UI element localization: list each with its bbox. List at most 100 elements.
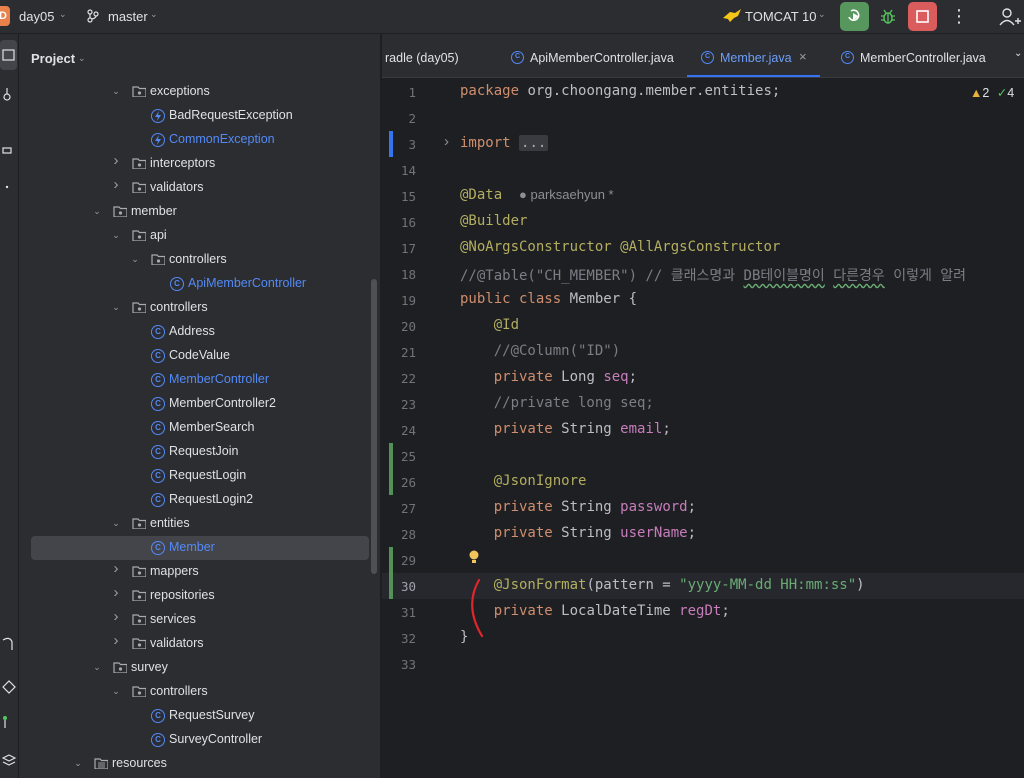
code-line[interactable]: 18 //@Table("CH_MEMBER") // 클래스명과 DB테이블명이… [382,261,1024,287]
code-line[interactable]: 20 @Id [382,313,1024,339]
chevron-down-icon[interactable]: ⌄ [59,9,67,20]
services-tool-icon[interactable] [2,680,16,694]
debug-icon[interactable] [878,7,898,27]
code-line[interactable]: 33 [382,651,1024,677]
chevron-right-icon[interactable]: › [110,609,122,624]
chevron-down-icon[interactable]: ⌄ [78,53,86,64]
inspection-widget[interactable]: ▲2 ✓4 [970,85,1014,100]
tree-item-label: MemberController [169,372,270,386]
commit-tool-icon[interactable] [2,88,16,102]
tree-item[interactable]: C MemberSearch [19,416,380,440]
chevron-right-icon[interactable]: › [110,585,122,600]
add-user-icon[interactable] [998,6,1022,28]
tree-item[interactable]: C RequestLogin [19,464,380,488]
tree-item[interactable]: BadRequestException [19,104,380,128]
chevron-down-icon[interactable]: ⌄ [818,9,826,20]
tree-item[interactable]: C RequestLogin2 [19,488,380,512]
structure-tool-icon[interactable] [2,144,16,158]
tree-item[interactable]: › mappers [19,560,380,584]
tree-item[interactable]: › validators [19,632,380,656]
tabs-overflow-icon[interactable]: ⌄ [1014,48,1022,59]
code-line[interactable]: 2 [382,105,1024,131]
tree-item[interactable]: › interceptors [19,152,380,176]
code-line[interactable]: 14 [382,157,1024,183]
code-editor[interactable]: 1 package org.choongang.member.entities; 2… [382,78,1024,778]
tree-item[interactable]: ⌄ survey [19,656,380,680]
chevron-right-icon[interactable]: › [110,177,122,192]
editor-tab[interactable]: radle (day05) [382,34,482,77]
tree-item[interactable]: C RequestSurvey [19,704,380,728]
tab-label: ApiMemberController.java [530,51,674,65]
chevron-down-icon[interactable]: ⌄ [110,85,122,97]
fold-expand-icon[interactable]: › [444,133,449,150]
tree-item[interactable]: C ApiMemberController [19,272,380,296]
editor-tab[interactable]: C MemberController.java [827,34,987,77]
code-line[interactable]: 24 private String email; [382,417,1024,443]
tree-item[interactable]: ⌄ controllers [19,248,380,272]
lightbulb-icon[interactable] [469,550,479,564]
code-line[interactable]: 16 @Builder [382,209,1024,235]
chevron-down-icon[interactable]: ⌄ [110,301,122,313]
tree-item[interactable]: ⌄ controllers [19,680,380,704]
rerun-button[interactable] [840,2,869,31]
more-options-icon[interactable]: ⋮ [950,6,968,26]
code-line[interactable]: 19 public class Member { [382,287,1024,313]
git-tool-icon[interactable] [2,714,16,728]
chevron-down-icon[interactable]: ⌄ [91,661,103,673]
tree-item[interactable]: ⌄ member [19,200,380,224]
tree-item[interactable]: C Address [19,320,380,344]
package-folder-icon [113,206,127,217]
chevron-down-icon[interactable]: ⌄ [72,757,84,769]
tree-item[interactable]: CommonException [19,128,380,152]
tree-item[interactable]: › services [19,608,380,632]
tree-item[interactable]: C SurveyController [19,728,380,752]
code-line[interactable]: 17 @NoArgsConstructor @AllArgsConstructor [382,235,1024,261]
project-scrollbar[interactable] [371,279,377,574]
layers-tool-icon[interactable] [2,752,16,766]
tree-item[interactable]: ⌄ api [19,224,380,248]
editor-tab[interactable]: C ApiMemberController.java [497,34,677,77]
code-line[interactable]: 15 @Data ● parksaehyun * [382,183,1024,209]
stop-button[interactable] [908,2,937,31]
project-panel-title[interactable]: Project [31,51,75,66]
chevron-right-icon[interactable]: › [110,633,122,648]
code-line[interactable]: 3 › import ... [382,131,1024,157]
code-line[interactable]: 1 package org.choongang.member.entities; [382,79,1024,105]
tree-item[interactable]: ⌄ exceptions [19,80,380,104]
code-line[interactable]: 22 private Long seq; [382,365,1024,391]
chevron-down-icon[interactable]: ⌄ [110,229,122,241]
project-badge[interactable]: D [0,6,10,26]
tree-item[interactable]: ⌄ resources [19,752,380,776]
tree-item[interactable]: ⌄ controllers [19,296,380,320]
close-tab-icon[interactable]: × [799,49,807,64]
tree-item[interactable]: C CodeValue [19,344,380,368]
tree-item[interactable]: › repositories [19,584,380,608]
tree-item[interactable]: C Member [19,536,380,560]
tree-item[interactable]: ⌄ entities [19,512,380,536]
chevron-right-icon[interactable]: › [110,561,122,576]
chevron-down-icon[interactable]: ⌄ [91,205,103,217]
tree-item[interactable]: C MemberController [19,368,380,392]
chevron-right-icon[interactable]: › [110,153,122,168]
more-tools-icon[interactable] [2,180,16,194]
tree-item[interactable]: C MemberController2 [19,392,380,416]
notifications-tool-icon[interactable] [2,636,16,650]
tree-item-label: resources [112,756,167,770]
tree-item[interactable]: C RequestJoin [19,440,380,464]
tree-item[interactable]: › validators [19,176,380,200]
editor-tab[interactable]: C Member.java × [687,34,820,77]
chevron-down-icon[interactable]: ⌄ [110,685,122,697]
chevron-down-icon[interactable]: ⌄ [129,253,141,265]
code-line[interactable]: 26 @JsonIgnore [382,469,1024,495]
code-line[interactable]: 27 private String password; [382,495,1024,521]
chevron-down-icon[interactable]: ⌄ [150,9,158,20]
chevron-down-icon[interactable]: ⌄ [110,517,122,529]
code-line[interactable]: 21 //@Column("ID") [382,339,1024,365]
branch-name[interactable]: master [108,9,148,24]
code-line[interactable]: 23 //private long seq; [382,391,1024,417]
run-config-name[interactable]: TOMCAT 10 [745,9,817,24]
project-tool-button[interactable] [0,40,17,70]
code-line[interactable]: 28 private String userName; [382,521,1024,547]
project-name[interactable]: day05 [19,9,54,24]
code-line[interactable]: 25 [382,443,1024,469]
